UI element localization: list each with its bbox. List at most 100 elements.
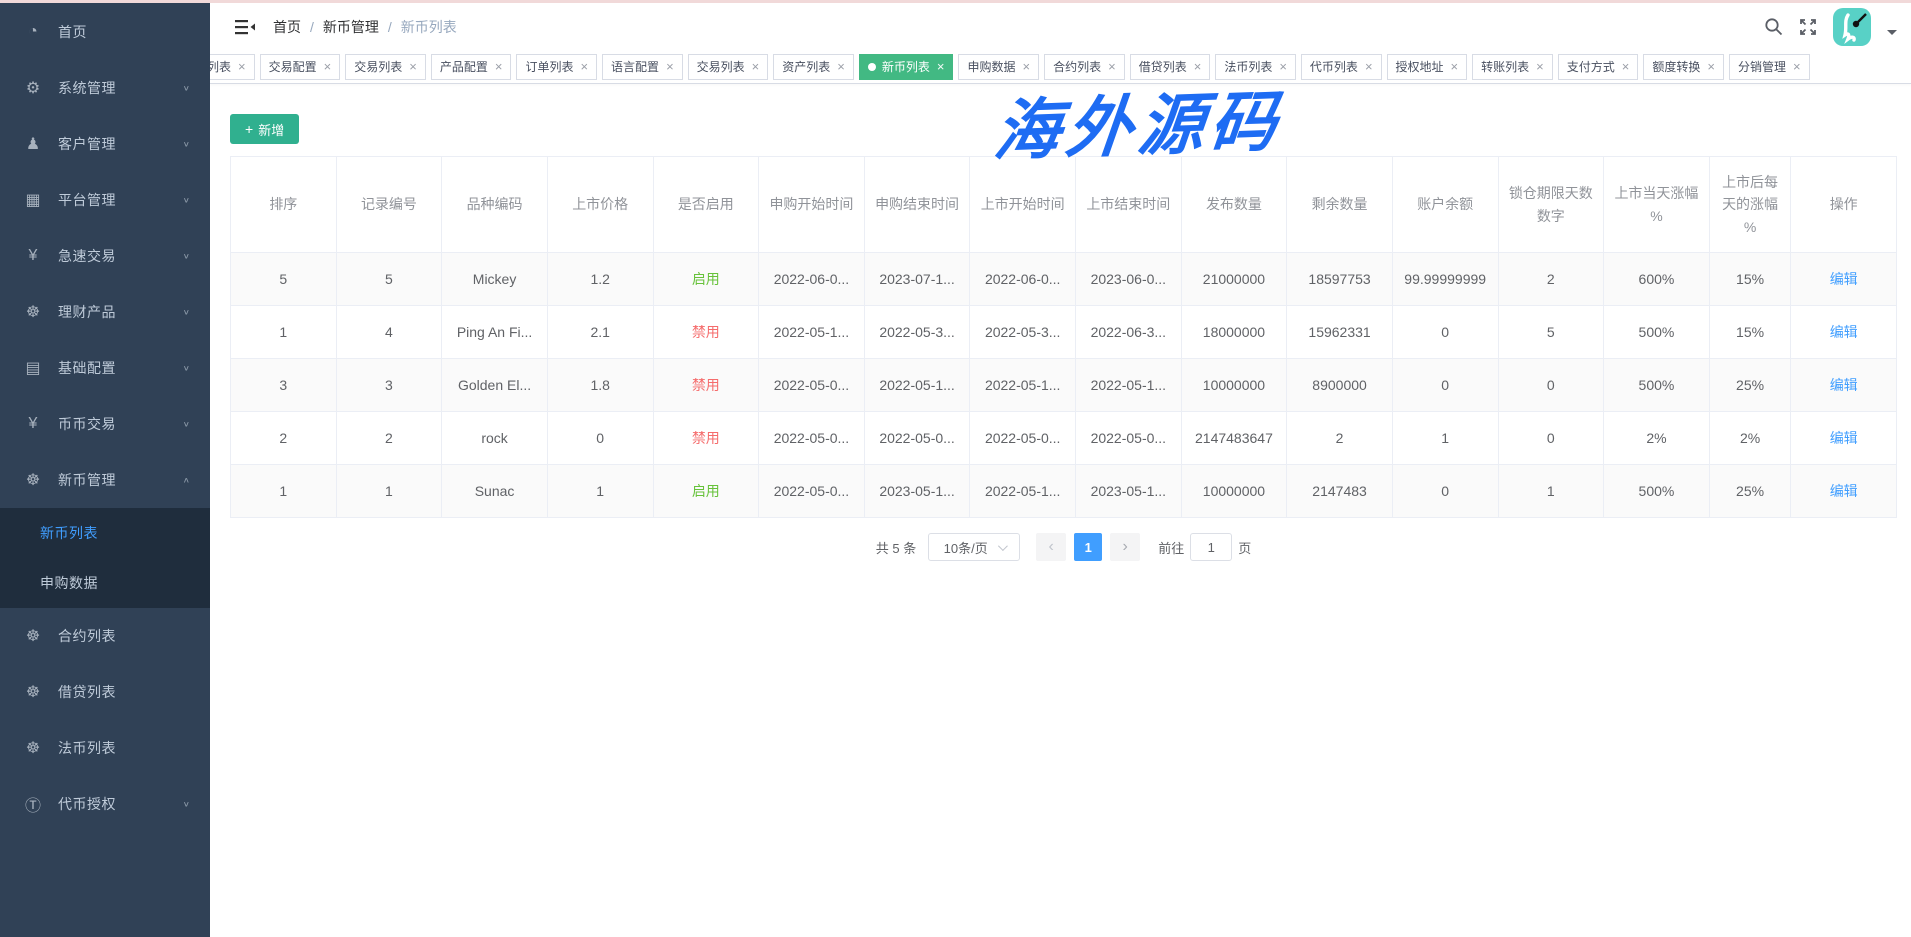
sidebar-item[interactable]: Ⓣ 代币授权 ∨ (0, 776, 210, 832)
tab[interactable]: 交易列表 (345, 54, 426, 80)
page-size-select[interactable]: 10条/页 (928, 533, 1020, 561)
tab[interactable]: 转账列表 (1472, 54, 1553, 80)
avatar[interactable] (1833, 8, 1871, 46)
tab-close-icon[interactable] (1194, 60, 1202, 73)
sidebar-item[interactable]: ♟ 客户管理 ∨ (0, 116, 210, 172)
sidebar-item[interactable]: ▤ 基础配置 ∨ (0, 340, 210, 396)
tab-close-icon[interactable] (666, 60, 674, 73)
sidebar-item[interactable]: ☸ 法币列表 (0, 720, 210, 776)
table-header-cell[interactable]: 上市当天涨幅 % (1604, 157, 1710, 253)
tab-close-icon[interactable] (1023, 60, 1031, 73)
table-header-cell[interactable]: 操作 (1791, 157, 1897, 253)
table-header-cell[interactable]: 上市结束时间 (1076, 157, 1182, 253)
book-icon: ▤ (22, 358, 44, 378)
tab-close-icon[interactable] (238, 60, 246, 73)
sidebar-item[interactable]: ☸ 合约列表 (0, 608, 210, 664)
tab[interactable]: 合约列表 (1044, 54, 1125, 80)
cell-list-end: 2022-05-0... (1076, 412, 1182, 465)
table-header-cell[interactable]: 上市价格 (547, 157, 653, 253)
edit-link[interactable]: 编辑 (1830, 271, 1858, 287)
tab-close-icon[interactable] (752, 60, 760, 73)
prev-page-button[interactable]: ‹ (1036, 533, 1066, 561)
table-header-cell[interactable]: 发布数量 (1181, 157, 1287, 253)
tab[interactable]: 产品配置 (431, 54, 512, 80)
tab[interactable]: 额度转换 (1643, 54, 1724, 80)
tab[interactable]: 语言配置 (602, 54, 683, 80)
tab[interactable]: 资产列表 (773, 54, 854, 80)
tab-close-icon[interactable] (1365, 60, 1373, 73)
current-page-button[interactable]: 1 (1074, 533, 1102, 561)
caret-down-icon[interactable] (1887, 30, 1897, 35)
tab-close-icon[interactable] (580, 60, 588, 73)
add-button-label: 新增 (258, 120, 284, 139)
tab[interactable]: 支付方式 (1558, 54, 1639, 80)
edit-link[interactable]: 编辑 (1830, 377, 1858, 393)
edit-link[interactable]: 编辑 (1830, 324, 1858, 340)
tab-close-icon[interactable] (1451, 60, 1459, 73)
sidebar-item[interactable]: ☸ 借贷列表 (0, 664, 210, 720)
table-header-cell[interactable]: 申购开始时间 (759, 157, 865, 253)
breadcrumb-parent[interactable]: 新币管理 (323, 17, 379, 37)
cell-issued-amount: 18000000 (1181, 306, 1287, 359)
tab-close-icon[interactable] (1707, 60, 1715, 73)
wheel-icon: ☸ (22, 626, 44, 646)
tab[interactable]: 订单列表 (516, 54, 597, 80)
table-row: 1 4 Ping An Fi... 2.1 禁用 2022-05-1... 20… (231, 306, 1897, 359)
sidebar-item[interactable]: ⚙ 系统管理 ∨ (0, 60, 210, 116)
table-header-cell[interactable]: 是否启用 (653, 157, 759, 253)
table-header-cell[interactable]: 记录编号 (336, 157, 442, 253)
hamburger-icon[interactable] (235, 19, 255, 35)
tab-close-icon[interactable] (495, 60, 503, 73)
tab[interactable]: 代币列表 (1301, 54, 1382, 80)
search-icon[interactable] (1764, 17, 1783, 36)
tab[interactable]: 借贷列表 (1130, 54, 1211, 80)
goto-page-input[interactable] (1190, 533, 1232, 561)
edit-link[interactable]: 编辑 (1830, 483, 1858, 499)
tab[interactable]: 交易配置 (260, 54, 341, 80)
table-header-cell[interactable]: 锁仓期限天数数字 (1498, 157, 1604, 253)
sidebar-item[interactable]: ¥ 急速交易 ∨ (0, 228, 210, 284)
breadcrumb-home[interactable]: 首页 (273, 17, 301, 37)
tab-close-icon[interactable] (1622, 60, 1630, 73)
table-header-cell[interactable]: 剩余数量 (1287, 157, 1393, 253)
tab[interactable]: 交易列表 (688, 54, 769, 80)
tab[interactable]: 申购数据 (958, 54, 1039, 80)
tab-close-icon[interactable] (937, 60, 945, 73)
tab-close-icon[interactable] (1793, 60, 1801, 73)
edit-link[interactable]: 编辑 (1830, 430, 1858, 446)
tab-close-icon[interactable] (324, 60, 332, 73)
table-header-row: 排序 记录编号 品种编码 上市价格 是否启用 申购开始时间 申购结束时间 上市 (231, 157, 1897, 253)
sidebar-item[interactable]: 申购数据 (0, 558, 210, 608)
sidebar-item[interactable]: ¥ 币币交易 ∨ (0, 396, 210, 452)
sidebar-item[interactable]: ▦ 平台管理 ∨ (0, 172, 210, 228)
table-header-cell[interactable]: 排序 (231, 157, 337, 253)
table-header-cell[interactable]: 申购结束时间 (864, 157, 970, 253)
tab-close-icon[interactable] (409, 60, 417, 73)
table-header-cell[interactable]: 品种编码 (442, 157, 548, 253)
plus-icon: + (245, 121, 253, 137)
fullscreen-icon[interactable] (1799, 18, 1817, 36)
tab[interactable]: 法币列表 (1215, 54, 1296, 80)
sidebar: ◔ 首页 ⚙ 系统管理 ∨ ♟ 客户管理 ∨ ▦ 平台管理 ∨ (0, 0, 210, 937)
tab[interactable]: 列表 (210, 54, 255, 80)
tab[interactable]: 授权地址 (1387, 54, 1468, 80)
next-page-button[interactable]: › (1110, 533, 1140, 561)
add-button[interactable]: + 新增 (230, 114, 299, 144)
tab-close-icon[interactable] (1108, 60, 1116, 73)
tab[interactable]: 分销管理 (1729, 54, 1810, 80)
table-header-cell[interactable]: 账户余额 (1392, 157, 1498, 253)
sidebar-item[interactable]: ◔ 首页 (0, 4, 210, 60)
tab[interactable]: 新币列表 (859, 54, 954, 80)
tab-close-icon[interactable] (1279, 60, 1287, 73)
chevron-icon: ∨ (183, 252, 190, 260)
tab-close-icon[interactable] (1536, 60, 1544, 73)
table-header-cell[interactable]: 上市后每天的涨幅 % (1709, 157, 1791, 253)
sidebar-item[interactable]: 新币列表 (0, 508, 210, 558)
table-header-cell[interactable]: 上市开始时间 (970, 157, 1076, 253)
cell-list-start: 2022-06-0... (970, 253, 1076, 306)
sidebar-item[interactable]: ☸ 理财产品 ∨ (0, 284, 210, 340)
sidebar-item[interactable]: ☸ 新币管理 ∧ (0, 452, 210, 508)
sidebar-item-label: 客户管理 (58, 134, 183, 154)
sidebar-item-label: 币币交易 (58, 414, 183, 434)
tab-close-icon[interactable] (837, 60, 845, 73)
